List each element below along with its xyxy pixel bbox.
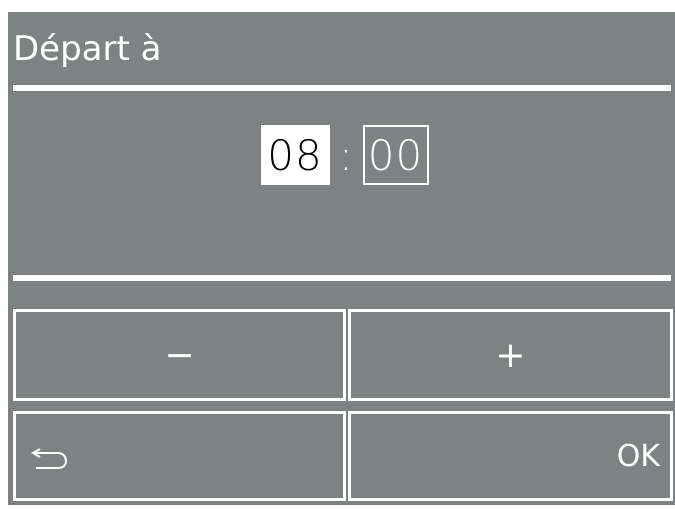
decrement-button[interactable]: −	[13, 309, 346, 401]
minutes-field[interactable]: 00	[362, 125, 429, 185]
increment-label: +	[495, 334, 526, 376]
back-button[interactable]	[13, 411, 346, 501]
ok-label: OK	[616, 438, 660, 474]
time-display: 08 : 00	[8, 125, 675, 185]
increment-button[interactable]: +	[348, 309, 673, 401]
time-separator: :	[338, 130, 354, 180]
screen-title: Départ à	[13, 29, 162, 69]
back-arrow-icon	[30, 440, 70, 472]
display-screen: Départ à 08 : 00 − + OK	[8, 12, 675, 505]
header-divider	[13, 85, 671, 91]
ok-button[interactable]: OK	[348, 411, 673, 501]
content-divider	[13, 275, 671, 281]
decrement-label: −	[164, 334, 195, 376]
hours-field[interactable]: 08	[260, 125, 330, 185]
